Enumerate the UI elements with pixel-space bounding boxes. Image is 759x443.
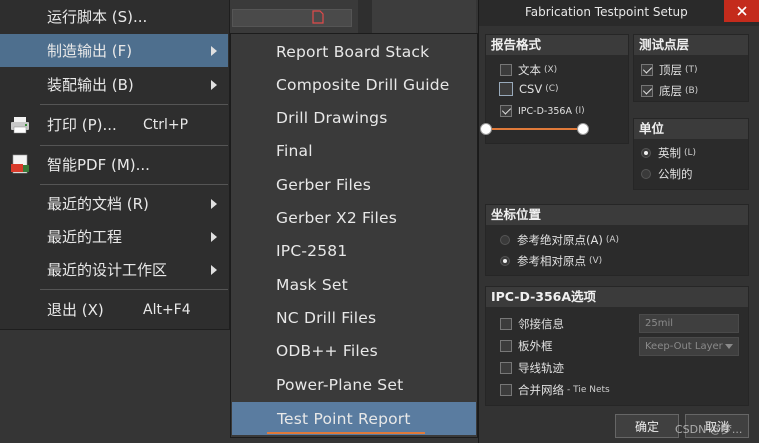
submenu-item-mask-set[interactable]: Mask Set — [231, 268, 477, 301]
submenu-item-gerber-x2-files[interactable]: Gerber X2 Files — [231, 201, 477, 234]
pdf-icon — [11, 154, 29, 174]
submenu-arrow-icon — [211, 45, 217, 56]
menu-item-recent-documents[interactable]: 最近的文档 (R) — [0, 187, 228, 220]
submenu-item-test-point-report[interactable]: Test Point Report — [232, 402, 476, 435]
submenu-item-drill-drawings[interactable]: Drill Drawings — [231, 101, 477, 134]
fabrication-testpoint-dialog: Fabrication Testpoint Setup 报告格式 文本 (X) C… — [478, 0, 759, 443]
printer-icon — [11, 117, 29, 134]
menu-item-exit[interactable]: 退出 (X) Alt+F4 — [0, 293, 228, 326]
radio-dot — [641, 148, 651, 158]
menu-item-fabrication-outputs[interactable]: 制造输出 (F) — [0, 34, 228, 67]
submenu-arrow-icon — [211, 231, 217, 242]
submenu-arrow-icon — [211, 79, 217, 90]
checkbox-box — [499, 82, 513, 96]
report-format-header: 报告格式 — [486, 35, 628, 55]
units-panel: 单位 英制 (L) 公制的 — [633, 118, 749, 190]
background-divider — [358, 0, 372, 36]
radio-dot — [641, 169, 651, 179]
background-field — [232, 9, 352, 27]
menu-separator — [40, 145, 228, 146]
menu-separator — [40, 289, 228, 290]
units-header: 单位 — [634, 119, 748, 139]
menu-item-run-script[interactable]: 运行脚本 (S)... — [0, 0, 228, 33]
testpoint-layers-header: 测试点层 — [634, 35, 748, 55]
menu-separator — [40, 104, 228, 105]
menu-item-print[interactable]: 打印 (P)... Ctrl+P — [0, 108, 228, 141]
adjacency-info-checkbox[interactable]: 邻接信息 — [500, 316, 564, 332]
checkbox-box — [500, 362, 512, 374]
bottom-layer-checkbox[interactable]: 底层 (B) — [641, 83, 698, 99]
relative-origin-radio[interactable]: 参考相对原点 (V) — [500, 253, 602, 269]
submenu-item-power-plane-set[interactable]: Power-Plane Set — [231, 368, 477, 401]
checkbox-box — [500, 384, 512, 396]
checkbox-box — [641, 85, 653, 97]
menu-item-recent-workspaces[interactable]: 最近的设计工作区 — [0, 253, 228, 286]
file-menu: 运行脚本 (S)... 制造输出 (F) 装配输出 (B) 打印 (P)... … — [0, 0, 230, 330]
metric-radio[interactable]: 公制的 — [641, 166, 693, 182]
background-panel — [372, 0, 476, 36]
focus-slider-line — [485, 128, 583, 130]
ipc-options-header: IPC-D-356A选项 — [486, 287, 748, 307]
checkbox-box — [641, 64, 653, 76]
submenu-arrow-icon — [211, 264, 217, 275]
watermark: CSDN @梦... — [675, 423, 743, 436]
submenu-item-report-board-stack[interactable]: Report Board Stack — [231, 35, 477, 68]
checkbox-box — [500, 340, 512, 352]
ok-button[interactable]: 确定 — [615, 414, 679, 438]
checkbox-box — [500, 64, 512, 76]
menu-item-assembly-outputs[interactable]: 装配输出 (B) — [0, 68, 228, 101]
text-format-checkbox[interactable]: 文本 (X) — [500, 62, 557, 78]
merge-nets-checkbox[interactable]: 合并网络 - Tie Nets — [500, 382, 610, 398]
fabrication-outputs-submenu: Report Board Stack Composite Drill Guide… — [230, 33, 478, 438]
ipc-options-panel: IPC-D-356A选项 邻接信息 板外框 导线轨迹 合并网络 - Tie Net… — [485, 286, 749, 406]
dialog-title: Fabrication Testpoint Setup — [525, 5, 688, 19]
hover-accent-bar — [267, 432, 425, 434]
radio-dot — [500, 235, 510, 245]
coordinate-position-panel: 坐标位置 参考绝对原点(A) (A) 参考相对原点 (V) — [485, 204, 749, 276]
submenu-item-composite-drill-guide[interactable]: Composite Drill Guide — [231, 68, 477, 101]
submenu-item-odb-files[interactable]: ODB++ Files — [231, 334, 477, 367]
submenu-item-ipc-2581[interactable]: IPC-2581 — [231, 234, 477, 267]
submenu-arrow-icon — [211, 198, 217, 209]
submenu-item-final[interactable]: Final — [231, 134, 477, 167]
coordinate-position-header: 坐标位置 — [486, 205, 748, 225]
checkbox-box — [500, 105, 512, 117]
chevron-down-icon — [725, 344, 733, 349]
submenu-item-nc-drill-files[interactable]: NC Drill Files — [231, 301, 477, 334]
close-button[interactable] — [724, 0, 759, 22]
menu-separator — [40, 184, 228, 185]
testpoint-layers-panel: 测试点层 顶层 (T) 底层 (B) — [633, 34, 749, 102]
top-layer-checkbox[interactable]: 顶层 (T) — [641, 62, 698, 78]
ipc-format-checkbox[interactable]: IPC-D-356A (I) — [500, 105, 585, 117]
outline-layer-select[interactable]: Keep-Out Layer — [639, 337, 739, 356]
submenu-item-gerber-files[interactable]: Gerber Files — [231, 168, 477, 201]
board-outline-checkbox[interactable]: 板外框 — [500, 338, 553, 354]
absolute-origin-radio[interactable]: 参考绝对原点(A) (A) — [500, 232, 619, 248]
checkbox-box — [500, 318, 512, 330]
adjacency-value-input[interactable]: 25mil — [639, 314, 739, 333]
imperial-radio[interactable]: 英制 (L) — [641, 145, 696, 161]
traces-checkbox[interactable]: 导线轨迹 — [500, 360, 564, 376]
close-icon — [737, 6, 747, 16]
menu-item-smart-pdf[interactable]: 智能PDF (M)... — [0, 148, 228, 181]
dialog-titlebar[interactable]: Fabrication Testpoint Setup — [479, 0, 759, 26]
document-icon — [312, 10, 324, 24]
slider-handle-right[interactable] — [577, 123, 589, 135]
radio-dot — [500, 256, 510, 266]
csv-format-checkbox[interactable]: CSV (C) — [499, 82, 559, 96]
slider-handle-left[interactable] — [480, 123, 492, 135]
menu-item-recent-projects[interactable]: 最近的工程 — [0, 220, 228, 253]
